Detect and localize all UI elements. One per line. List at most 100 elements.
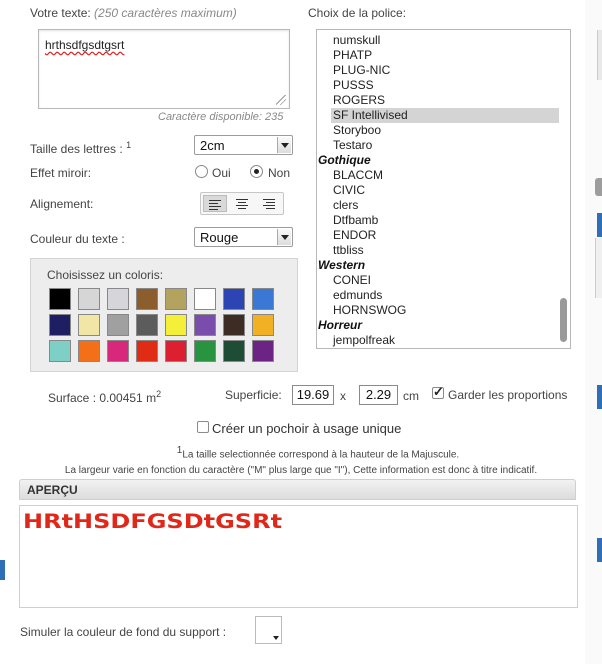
stencil-checkbox[interactable] — [197, 421, 209, 433]
color-swatch[interactable] — [165, 288, 187, 310]
color-palette: Choisissez un coloris: — [30, 258, 298, 372]
size-select[interactable]: 2cm — [194, 135, 293, 155]
font-option[interactable]: Dtfbamb — [333, 213, 378, 228]
color-swatch[interactable] — [107, 314, 129, 336]
color-swatch[interactable] — [252, 340, 274, 362]
stencil-label: Créer un pochoir à usage unique — [212, 421, 402, 436]
surface-label: Surface : 0.00451 m — [48, 391, 157, 405]
color-swatch[interactable] — [252, 288, 274, 310]
color-swatch[interactable] — [49, 340, 71, 362]
color-swatch[interactable] — [223, 340, 245, 362]
color-swatch[interactable] — [78, 340, 100, 362]
font-option[interactable]: SF Intellivised — [333, 108, 408, 123]
size-label: Taille des lettres : — [30, 142, 123, 156]
text-color-select[interactable]: Rouge — [194, 227, 293, 247]
footnote-line-2: La largeur varie en fonction du caractèr… — [64, 465, 538, 477]
color-swatch[interactable] — [194, 340, 216, 362]
mirror-non-label: Non — [268, 166, 291, 180]
color-swatch[interactable] — [136, 340, 158, 362]
keep-proportions-checkbox[interactable] — [432, 384, 444, 400]
alignment-label: Alignement: — [30, 197, 94, 211]
font-option[interactable]: PLUG-NIC — [333, 63, 390, 78]
color-swatch[interactable] — [165, 340, 187, 362]
font-option[interactable]: clers — [333, 198, 358, 213]
footnote-line-1: La taille selectionnée correspond à la h… — [182, 449, 460, 461]
preview-text: HRtHSDFGSDtGSRt — [23, 510, 283, 533]
font-option[interactable]: HORNSWOG — [333, 303, 406, 318]
text-input[interactable]: hrthsdfgsdtgsrt — [38, 29, 290, 109]
mirror-oui-label: Oui — [212, 166, 231, 180]
align-right-icon[interactable] — [257, 195, 281, 212]
text-max-hint: (250 caractères maximum) — [94, 6, 237, 20]
font-option[interactable]: numskull — [333, 33, 380, 48]
height-input[interactable]: 2.29 — [359, 385, 398, 405]
keep-proportions-label: Garder les proportions — [448, 388, 568, 402]
preview-header: APERÇU — [19, 479, 576, 500]
mirror-label: Effet miroir: — [30, 166, 92, 180]
font-group-label: Western — [318, 258, 366, 272]
preview-title: APERÇU — [27, 483, 78, 497]
mirror-non-radio[interactable] — [250, 165, 263, 178]
color-swatch[interactable] — [194, 288, 216, 310]
font-option[interactable]: ENDOR — [333, 228, 376, 243]
mirror-oui-radio[interactable] — [195, 165, 208, 178]
chevron-down-icon — [277, 137, 291, 153]
align-center-icon[interactable] — [230, 195, 254, 212]
font-option[interactable]: edmunds — [333, 288, 382, 303]
left-edge-tab — [0, 560, 5, 580]
color-swatch[interactable] — [223, 314, 245, 336]
font-option[interactable]: PUSSS — [333, 78, 374, 93]
font-group-label: Gothique — [318, 153, 371, 167]
surface-exponent: 2 — [156, 389, 162, 399]
color-swatch[interactable] — [136, 288, 158, 310]
color-swatch[interactable] — [223, 288, 245, 310]
color-swatch[interactable] — [107, 340, 129, 362]
color-swatch[interactable] — [252, 314, 274, 336]
width-input[interactable]: 19.69 — [292, 385, 334, 405]
alignment-group — [200, 192, 284, 215]
color-swatch[interactable] — [78, 314, 100, 336]
font-option[interactable]: ttbliss — [333, 243, 364, 258]
font-label: Choix de la police: — [308, 6, 407, 20]
color-swatch[interactable] — [49, 314, 71, 336]
text-color-value: Rouge — [200, 230, 239, 245]
right-sidebar-edge — [585, 0, 602, 664]
text-label: Votre texte: — [30, 6, 91, 20]
scrollbar-thumb[interactable] — [560, 298, 567, 342]
text-color-label: Couleur du texte : — [30, 232, 125, 246]
chevron-down-icon — [273, 636, 279, 640]
palette-title: Choisissez un coloris: — [47, 268, 164, 282]
color-swatch[interactable] — [194, 314, 216, 336]
background-label: Simuler la couleur de fond du support : — [20, 625, 227, 639]
font-option[interactable]: jempolfreak — [333, 333, 395, 348]
font-list[interactable]: numskull PHATP PLUG-NIC PUSSS ROGERS SF Intel… — [316, 29, 571, 349]
superficie-label: Superficie: — [225, 388, 282, 402]
size-label-row: Taille des lettres : 1 — [30, 140, 131, 156]
unit-label: cm — [403, 389, 419, 403]
color-swatch[interactable] — [165, 314, 187, 336]
size-value: 2cm — [200, 138, 225, 153]
font-option[interactable]: Testaro — [333, 138, 372, 153]
chevron-down-icon — [277, 229, 291, 245]
resize-grip-icon[interactable] — [276, 95, 286, 105]
font-group-label: Horreur — [318, 318, 363, 332]
background-color-picker[interactable] — [255, 616, 282, 644]
align-left-icon[interactable] — [203, 195, 227, 212]
font-option[interactable]: CIVIC — [333, 183, 365, 198]
font-option[interactable]: CONEI — [333, 273, 371, 288]
color-swatch[interactable] — [136, 314, 158, 336]
color-swatch[interactable] — [49, 288, 71, 310]
remaining-characters: Caractère disponible: 235 — [158, 111, 284, 123]
surface-row: Surface : 0.00451 m2 — [48, 389, 161, 405]
font-list-scrollbar[interactable] — [559, 32, 568, 346]
color-swatch[interactable] — [107, 288, 129, 310]
text-input-value: hrthsdfgsdtgsrt — [45, 38, 125, 52]
text-label-row: Votre texte: (250 caractères maximum) — [30, 6, 237, 20]
color-swatch[interactable] — [78, 288, 100, 310]
footnote: 1La taille selectionnée correspond à la … — [0, 443, 602, 479]
font-option[interactable]: BLACCM — [333, 168, 383, 183]
font-option[interactable]: PHATP — [333, 48, 372, 63]
font-option[interactable]: Storyboo — [333, 123, 381, 138]
size-footnote-ref: 1 — [126, 140, 132, 150]
font-option[interactable]: ROGERS — [333, 93, 385, 108]
